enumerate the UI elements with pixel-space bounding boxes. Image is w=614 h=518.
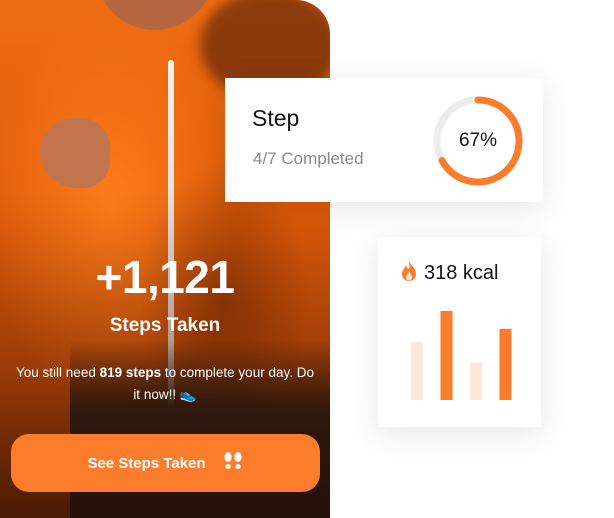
step-progress-card: Step 4/7 Completed 67% (225, 78, 543, 202)
need-suffix: to complete your day. Do it now!! (133, 365, 314, 402)
calorie-bar (499, 328, 512, 400)
runner-fist (40, 118, 110, 188)
calorie-bar (440, 311, 453, 400)
step-title: Step (252, 105, 300, 131)
calorie-bar (470, 362, 482, 400)
remaining-steps-message: You still need 819 steps to complete you… (14, 362, 316, 406)
footprints-icon (222, 451, 244, 475)
steps-label: Steps Taken (109, 315, 221, 336)
calorie-bar (411, 342, 423, 400)
shoe-icon: 👟 (179, 387, 197, 402)
step-completed-text: 4/7 Completed (253, 149, 364, 168)
calories-bar-chart (411, 311, 512, 400)
progress-percent: 67% (458, 130, 498, 151)
cta-label: See Steps Taken (87, 454, 206, 472)
runner-chin (95, 0, 215, 30)
calories-card: 318 kcal (378, 237, 541, 427)
need-steps: 819 steps (99, 365, 162, 380)
see-steps-taken-button[interactable]: See Steps Taken (11, 434, 320, 492)
steps-count: +1,121 (95, 251, 235, 303)
need-prefix: You still need (16, 365, 100, 380)
